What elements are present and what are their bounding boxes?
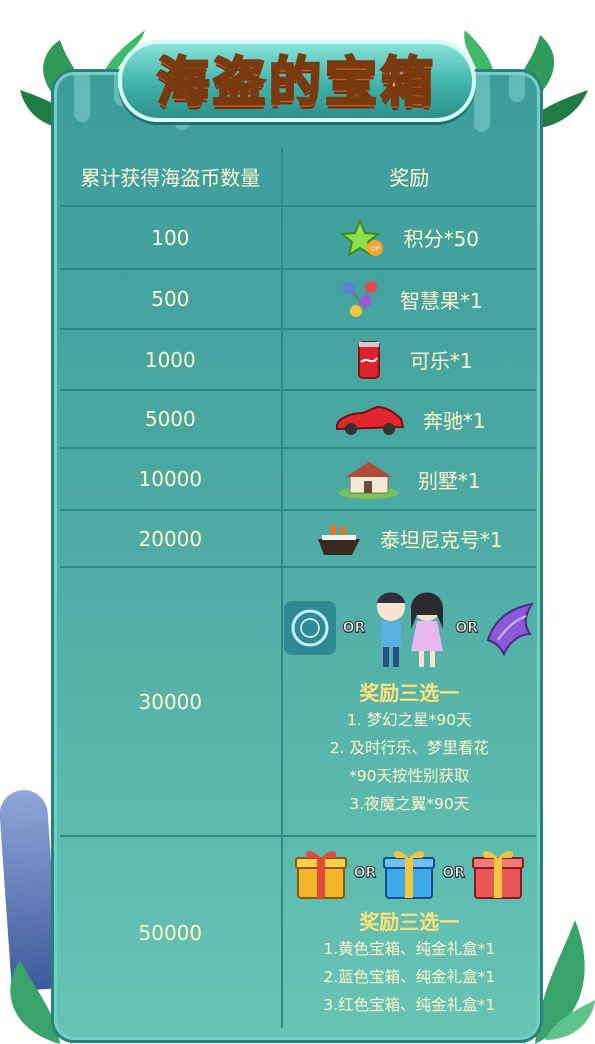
page-title: 海盗的宝箱 (155, 52, 437, 115)
row-count: 50000 (60, 836, 283, 1028)
or-label: OR (442, 865, 466, 882)
header-count: 累计获得海盗币数量 (60, 147, 283, 207)
option-line: 2. 及时行乐、梦里看花 (329, 739, 489, 757)
option-line: 2.蓝色宝箱、纯金礼盒*1 (323, 968, 496, 986)
row-reward: 积分*50 (403, 227, 480, 251)
reward-table: 累计获得海盗币数量 奖励 100 UP 积分*50 500 智慧果*1 1000… (60, 147, 536, 1028)
table-row: 100 UP 积分*50 (60, 206, 536, 270)
night-wing-icon (486, 602, 535, 656)
row-count: 1000 (60, 329, 283, 391)
row-count: 10000 (60, 448, 283, 511)
or-label: OR (342, 620, 366, 637)
row-reward: 可乐*1 (409, 349, 473, 373)
option-line: *90天按性别获取 (349, 767, 470, 785)
table-row: 10000 别墅*1 (60, 448, 536, 511)
row-reward: 别墅*1 (417, 468, 481, 493)
table-row: 20000 泰坦尼克号*1 (60, 510, 536, 568)
candy-fruit-icon (342, 281, 377, 317)
table-row: 500 智慧果*1 (60, 269, 536, 330)
option-line: 1.黄色宝箱、纯金礼盒*1 (323, 940, 496, 958)
svg-text:UP: UP (370, 245, 379, 253)
row-count: 5000 (60, 390, 283, 449)
row-reward: 泰坦尼克号*1 (379, 528, 503, 552)
choose-one-subtitle: 奖励三选一 (359, 681, 460, 705)
couple-avatar-icon (377, 592, 444, 667)
table-row: 1000 可乐*1 (60, 329, 536, 391)
or-label: OR (353, 865, 377, 882)
or-label: OR (455, 620, 479, 637)
table-row: 5000 奔驰*1 (60, 390, 536, 449)
table-header-row: 累计获得海盗币数量 奖励 (60, 147, 536, 207)
blue-gift-icon (383, 851, 436, 899)
dream-star-icon (283, 601, 336, 655)
villa-icon (338, 462, 399, 499)
row-count: 100 (60, 206, 283, 270)
row-count: 20000 (60, 510, 283, 568)
red-car-icon (335, 405, 405, 435)
option-icons: OR OR (283, 846, 536, 900)
star-up-icon: UP (339, 217, 383, 257)
table-row: 30000 OR OR 奖励三选一 1. 梦幻之星*90天 2. 及时行乐、梦里… (60, 567, 536, 837)
table-row: 50000 OR OR 奖励三选一 1.黄色宝箱、纯金礼盒*1 2.蓝色宝箱、纯… (60, 836, 536, 1028)
row-reward: 智慧果*1 (399, 288, 483, 313)
option-line: 3.夜魔之翼*90天 (349, 795, 470, 813)
option-line: 1. 梦幻之星*90天 (346, 711, 472, 729)
cola-can-icon (357, 340, 380, 379)
yellow-gift-icon (294, 851, 347, 899)
row-count: 500 (60, 269, 283, 330)
ship-icon (317, 524, 360, 555)
option-line: 3.红色宝箱、纯金礼盒*1 (323, 996, 496, 1014)
row-count: 30000 (60, 567, 283, 837)
header-reward: 奖励 (281, 147, 536, 207)
red-gift-icon (472, 851, 524, 899)
option-icons: OR OR (283, 585, 536, 671)
row-reward: 奔驰*1 (422, 408, 486, 433)
choose-one-subtitle: 奖励三选一 (359, 910, 460, 934)
